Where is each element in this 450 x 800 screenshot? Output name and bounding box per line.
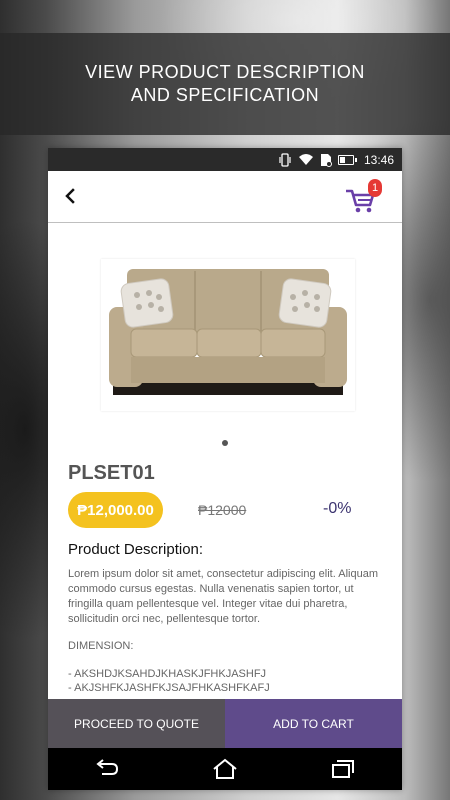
- image-pager[interactable]: [48, 440, 402, 446]
- back-arrow-icon: [65, 188, 75, 204]
- bottom-action-bar: PROCEED TO QUOTE ADD TO CART: [48, 699, 402, 748]
- sim-icon: [320, 153, 332, 167]
- nav-home-button[interactable]: [205, 754, 245, 784]
- cart-button[interactable]: 1: [344, 179, 384, 215]
- proceed-to-quote-button[interactable]: PROCEED TO QUOTE: [48, 699, 225, 748]
- description-body: Lorem ipsum dolor sit amet, consectetur …: [68, 568, 378, 625]
- nav-recent-apps-button[interactable]: [323, 754, 363, 784]
- battery-icon: [337, 153, 357, 167]
- banner-line-2: AND SPECIFICATION: [130, 85, 320, 105]
- product-image[interactable]: [101, 259, 355, 411]
- dimension-item: - AKJSHFKJASHFKJSAJFHKASHFKAFJ: [68, 682, 270, 694]
- status-bar: 13:46: [48, 148, 402, 171]
- home-icon: [213, 758, 237, 779]
- dimension-item: - AKSHDJKSAHDJKHASKJFHKJASHFJ: [68, 668, 267, 680]
- phone-screen: 13:46 1 PLSET01 ₱12,000.00 ₱12000 -0% Pr…: [48, 148, 402, 790]
- vibrate-icon: [278, 152, 292, 167]
- sofa-image: [109, 269, 347, 395]
- back-button[interactable]: [58, 184, 82, 208]
- wifi-icon: [298, 153, 314, 167]
- old-price: ₱12000: [198, 502, 247, 518]
- system-nav-bar: [48, 748, 402, 790]
- discount-percent: -0%: [323, 500, 352, 517]
- promo-banner: VIEW PRODUCT DESCRIPTION AND SPECIFICATI…: [0, 33, 450, 135]
- banner-line-1: VIEW PRODUCT DESCRIPTION: [85, 62, 365, 82]
- pager-dot-active[interactable]: [222, 440, 228, 446]
- app-bar: 1: [48, 171, 402, 223]
- back-icon: [96, 759, 119, 775]
- description-title: Product Description:: [68, 541, 204, 558]
- dimension-list: - AKSHDJKSAHDJKHASKJFHKJASHFJ - AKJSHFKJ…: [68, 667, 270, 695]
- price-badge: ₱12,000.00: [68, 492, 163, 528]
- add-to-cart-button[interactable]: ADD TO CART: [225, 699, 402, 748]
- nav-back-button[interactable]: [87, 754, 127, 784]
- price-row: ₱12,000.00 ₱12000 -0%: [68, 492, 388, 528]
- cart-count-badge: 1: [368, 179, 382, 197]
- product-code: PLSET01: [68, 462, 155, 484]
- dimension-label: DIMENSION:: [68, 640, 134, 652]
- recent-apps-icon: [332, 760, 354, 778]
- status-time: 13:46: [363, 152, 394, 167]
